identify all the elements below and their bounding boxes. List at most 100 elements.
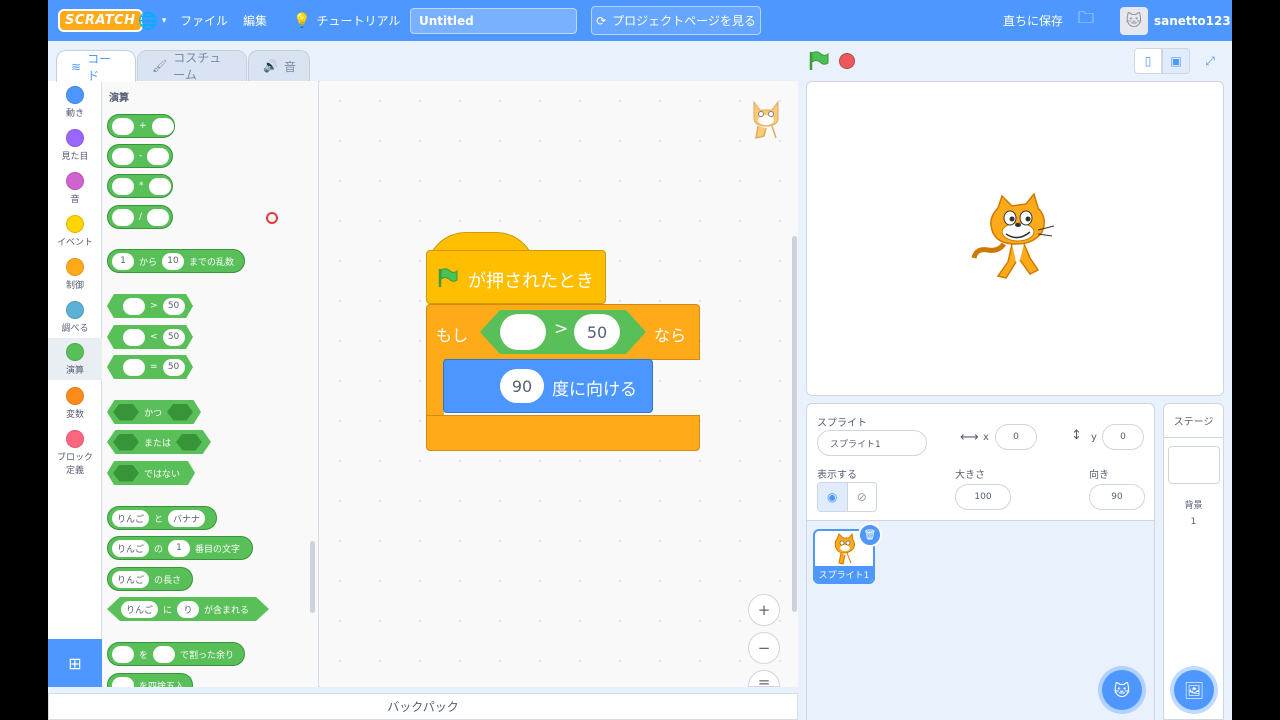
empty-boolean-slot[interactable] xyxy=(113,464,139,482)
tab-costumes[interactable]: 🖌 コスチューム xyxy=(137,50,247,82)
size-field[interactable]: 100 xyxy=(955,484,1011,510)
show-hidden-button[interactable]: ⊘ xyxy=(848,483,877,511)
random-from-input[interactable]: 1 xyxy=(112,252,134,270)
equals-block[interactable]: = 50 xyxy=(107,355,193,379)
large-stage-button[interactable]: ▣ xyxy=(1162,48,1190,74)
condition-right-input[interactable]: 50 xyxy=(574,314,620,350)
random-block[interactable]: 1 から 10 までの乱数 xyxy=(107,249,245,273)
empty-input[interactable] xyxy=(112,208,134,226)
subtract-block[interactable]: - xyxy=(107,144,173,168)
fullscreen-button[interactable]: ⤢ xyxy=(1196,48,1224,74)
letter-of-text-input[interactable]: りんご xyxy=(112,539,150,557)
category-motion[interactable]: 動き xyxy=(48,86,102,128)
length-block[interactable]: りんご の長さ xyxy=(107,567,193,591)
greater-than-block[interactable]: >50 xyxy=(107,294,193,318)
empty-input[interactable] xyxy=(123,297,145,315)
delete-sprite-button[interactable]: 🗑 xyxy=(858,523,882,547)
empty-input[interactable] xyxy=(147,208,170,226)
stop-button[interactable] xyxy=(839,53,855,69)
sprite-name-field[interactable]: スプライト1 xyxy=(817,430,927,456)
not-block[interactable]: ではない xyxy=(107,461,195,485)
backpack[interactable]: バックパック xyxy=(48,693,798,720)
condition-left-input[interactable] xyxy=(500,314,546,350)
empty-boolean-slot[interactable] xyxy=(113,433,139,451)
direction-input[interactable]: 90 xyxy=(500,369,544,403)
empty-boolean-slot[interactable] xyxy=(113,403,139,421)
zoom-in-button[interactable]: + xyxy=(748,594,780,626)
palette-scrollbar[interactable] xyxy=(310,541,315,613)
empty-input[interactable] xyxy=(112,177,134,195)
my-stuff-folder-icon[interactable]: 🗀 xyxy=(1078,0,1094,41)
show-visible-button[interactable]: ◉ xyxy=(818,483,848,511)
account-menu[interactable]: 🐱 sanetto123 ▾ xyxy=(1120,0,1232,41)
compare-value-input[interactable]: 50 xyxy=(162,328,185,346)
direction-field[interactable]: 90 xyxy=(1089,484,1145,510)
multiply-block[interactable]: * xyxy=(107,174,173,198)
letter-of-index-input[interactable]: 1 xyxy=(168,539,191,557)
empty-boolean-slot[interactable] xyxy=(167,403,194,421)
join-block[interactable]: りんごとバナナ xyxy=(107,506,217,530)
when-flag-clicked-block[interactable]: が押されたとき xyxy=(426,232,606,304)
less-than-block[interactable]: <50 xyxy=(107,325,193,349)
empty-input[interactable] xyxy=(153,645,176,663)
add-extension-button[interactable]: ⊞ xyxy=(48,639,102,687)
workspace-scrollbar[interactable] xyxy=(792,236,797,612)
join-input-b[interactable]: バナナ xyxy=(168,509,206,527)
add-block[interactable]: + xyxy=(107,114,175,138)
project-title-input[interactable]: Untitled xyxy=(410,8,577,34)
green-flag-button[interactable] xyxy=(808,51,830,71)
compare-value-input[interactable]: 50 xyxy=(162,297,185,315)
length-text-input[interactable]: りんご xyxy=(112,570,150,588)
category-my-blocks[interactable]: ブロック定義 xyxy=(48,430,102,478)
category-dot xyxy=(66,430,84,448)
category-sound[interactable]: 音 xyxy=(48,172,102,214)
round-block[interactable]: を四捨五入 xyxy=(107,673,193,687)
add-sprite-button[interactable]: 🐱 xyxy=(1102,670,1142,710)
category-variables[interactable]: 変数 xyxy=(48,387,102,429)
or-block[interactable]: または xyxy=(107,430,211,454)
empty-input[interactable] xyxy=(112,147,134,165)
contains-block[interactable]: りんごにりが含まれる xyxy=(107,597,269,621)
empty-input[interactable] xyxy=(148,177,171,195)
sprite-label: スプライト xyxy=(817,418,867,429)
mod-block[interactable]: をで割った余り xyxy=(107,642,245,666)
backdrop-thumbnail[interactable] xyxy=(1168,446,1220,484)
random-to-input[interactable]: 10 xyxy=(162,252,185,270)
category-operators[interactable]: 演算 xyxy=(48,338,102,380)
compare-value-input[interactable]: 50 xyxy=(162,358,185,376)
contains-text-input[interactable]: りんご xyxy=(121,600,159,618)
tab-code[interactable]: ≋ コード xyxy=(56,50,136,83)
see-project-page-button[interactable]: ⟳ プロジェクトページを見る xyxy=(591,6,761,35)
empty-input[interactable] xyxy=(112,117,134,135)
empty-input[interactable] xyxy=(147,147,170,165)
join-input-a[interactable]: りんご xyxy=(112,509,150,527)
and-block[interactable]: かつ xyxy=(107,400,201,424)
small-stage-button[interactable]: ▯ xyxy=(1134,48,1162,74)
scratch-logo[interactable]: SCRATCH xyxy=(58,0,143,41)
add-backdrop-button[interactable]: 🖼 xyxy=(1174,670,1214,710)
divide-block[interactable]: / xyxy=(107,205,173,229)
y-field[interactable]: 0 xyxy=(1102,424,1144,450)
category-sensing[interactable]: 調べる xyxy=(48,301,102,343)
empty-boolean-slot[interactable] xyxy=(176,433,203,451)
tab-sounds[interactable]: 🔊 音 xyxy=(248,50,310,81)
save-now-button[interactable]: 直ちに保存 xyxy=(1003,0,1063,41)
category-events[interactable]: イベント xyxy=(48,215,102,257)
category-control[interactable]: 制御 xyxy=(48,258,102,300)
empty-input[interactable] xyxy=(151,117,174,135)
cat-sprite[interactable] xyxy=(968,190,1058,285)
point-in-direction-block[interactable]: 90 度に向ける xyxy=(443,359,653,413)
empty-input[interactable] xyxy=(112,676,134,687)
contains-value-input[interactable]: り xyxy=(177,600,200,618)
file-menu[interactable]: ファイル xyxy=(180,0,228,41)
letter-of-block[interactable]: りんごの 1 番目の文字 xyxy=(107,536,253,560)
edit-menu[interactable]: 編集 xyxy=(243,0,267,41)
zoom-out-button[interactable]: − xyxy=(748,632,780,664)
tutorials-button[interactable]: 💡 チュートリアル xyxy=(293,0,400,41)
empty-input[interactable] xyxy=(123,358,145,376)
category-looks[interactable]: 見た目 xyxy=(48,129,102,171)
language-menu[interactable]: 🌐 ▾ xyxy=(138,0,166,41)
empty-input[interactable] xyxy=(123,328,145,346)
empty-input[interactable] xyxy=(112,645,134,663)
x-field[interactable]: 0 xyxy=(995,424,1037,450)
